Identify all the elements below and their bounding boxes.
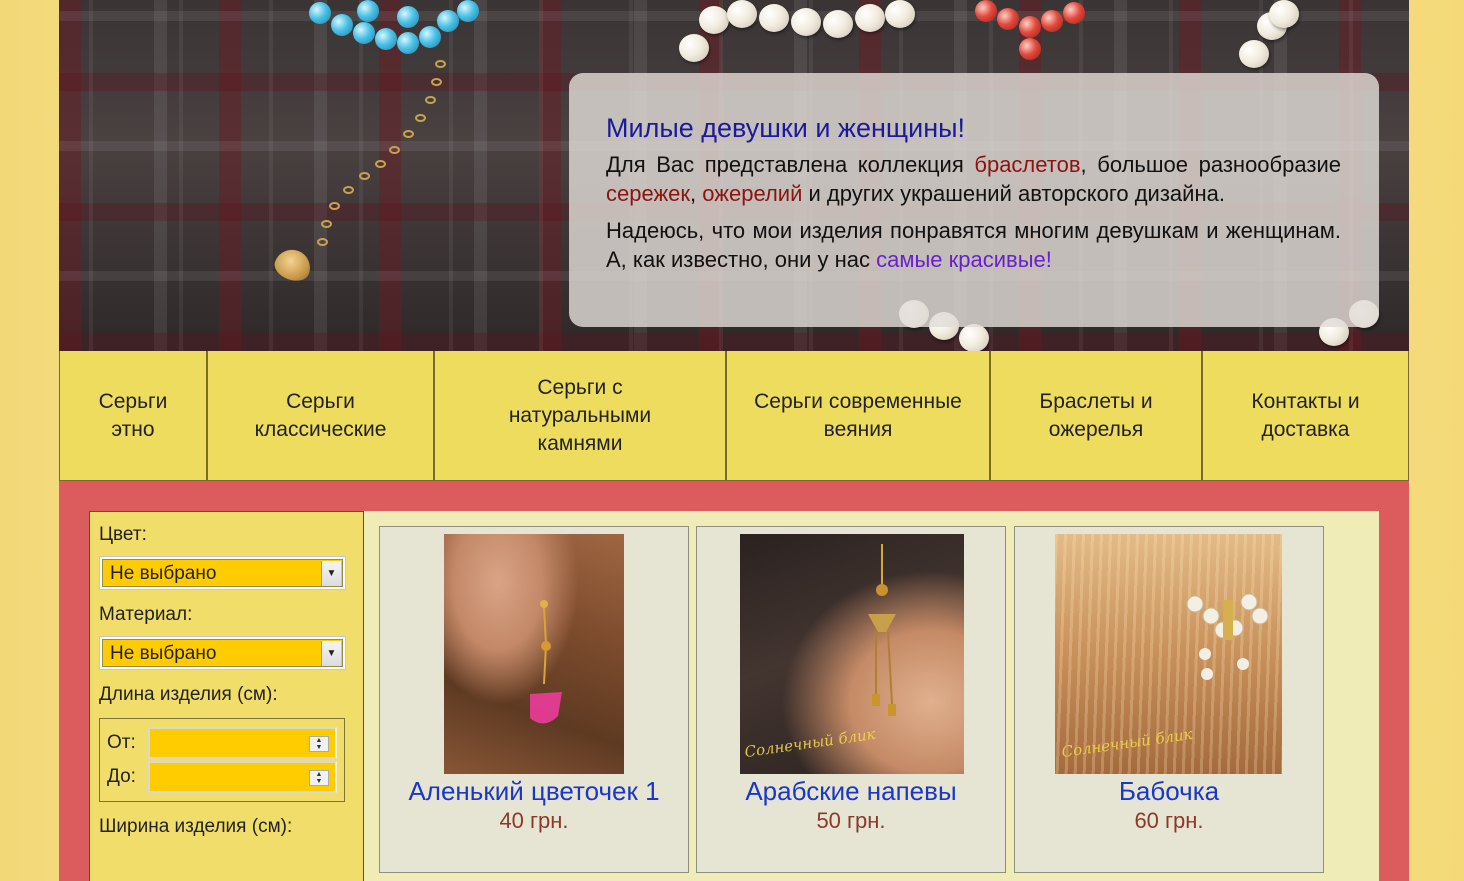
blue-bead [357,0,379,22]
menu-item-modern-earrings[interactable]: Серьги современные веяния [727,351,991,480]
chain-link [375,160,386,168]
pearl-bead [699,6,729,34]
product-card[interactable]: Солнечный блик Арабские напевы 50 грн. [696,526,1006,873]
pearl-bead [855,4,885,32]
necklaces-link[interactable]: ожерелий [702,181,802,206]
red-bead [1019,38,1041,60]
chain-link [403,130,414,138]
pearl-bead [1269,0,1299,28]
chain-link [343,186,354,194]
product-name[interactable]: Бабочка [1015,775,1323,807]
chain-link [389,146,400,154]
main-menu: Серьги этно Серьги классические Серьги с… [59,351,1409,481]
menu-item-contacts-delivery[interactable]: Контакты и доставка [1203,351,1408,480]
color-select[interactable]: Не выбрано ▼ [99,556,346,590]
red-bead [975,0,997,22]
page: Милые девушки и женщины! Для Вас предста… [59,0,1409,881]
menu-item-classic-earrings[interactable]: Серьги классические [208,351,435,480]
red-bead [1019,16,1041,38]
blue-bead [331,14,353,36]
chain-link [425,96,436,104]
pearl-bead [823,10,853,38]
chain-link [415,114,426,122]
chevron-down-icon[interactable]: ▼ [321,561,341,586]
blue-bead [397,6,419,28]
product-card[interactable]: Солнечный блик Бабочка 60 грн. [1014,526,1324,873]
pearl-bead [885,0,915,28]
highlight-text: самые красивые! [876,247,1052,272]
product-price: 50 грн. [816,808,886,833]
product-card[interactable]: Аленький цветочек 1 40 грн. [379,526,689,873]
heart-pendant [270,244,316,286]
to-label: До: [107,766,136,787]
chain-link [435,60,446,68]
chevron-down-icon[interactable]: ▼ [321,641,341,666]
blue-bead [353,22,375,44]
menu-item-ethno-earrings[interactable]: Серьги этно [60,351,208,480]
red-bead [997,8,1019,30]
chain-link [317,238,328,246]
material-select[interactable]: Не выбрано ▼ [99,636,346,670]
filter-panel: Цвет: Не выбрано ▼ Материал: Не выбрано … [89,511,364,881]
menu-item-natural-stone-earrings[interactable]: Серьги с натуральными камнями [435,351,727,480]
header-banner: Милые девушки и женщины! Для Вас предста… [59,0,1409,351]
from-label: От: [107,732,136,753]
pearl-bead [959,324,989,351]
intro-paragraph-2: Надеюсь, что мои изделия понравятся мног… [606,218,1341,272]
intro-panel: Милые девушки и женщины! Для Вас предста… [569,73,1379,327]
blue-bead [309,2,331,24]
blue-bead [457,0,479,22]
red-bead [1041,10,1063,32]
color-label: Цвет: [99,524,147,545]
pearl-bead [1239,40,1269,68]
product-image[interactable]: Солнечный блик [1055,534,1282,774]
content-area: Цвет: Не выбрано ▼ Материал: Не выбрано … [59,481,1409,881]
product-name[interactable]: Аленький цветочек 1 [380,775,688,807]
product-name[interactable]: Арабские напевы [697,775,1005,807]
red-bead [1063,2,1085,24]
pearl-bead [759,4,789,32]
length-range: От: ▲ ▼ До: ▲ ▼ [99,718,345,802]
chain-link [359,172,370,180]
product-price: 60 грн. [1134,808,1204,833]
earrings-link[interactable]: сережек [606,181,690,206]
intro-title: Милые девушки и женщины! [606,113,966,143]
product-price: 40 грн. [499,808,569,833]
length-from-input[interactable]: ▲ ▼ [148,727,337,759]
product-image[interactable]: Солнечный блик [740,534,964,774]
pearl-bead [679,34,709,62]
blue-bead [437,10,459,32]
product-grid: Аленький цветочек 1 40 грн. Солнечный бл… [364,511,1379,881]
width-label: Ширина изделия (см): [99,816,293,837]
pearl-bead [727,0,757,28]
material-label: Материал: [99,604,193,625]
blue-bead [375,28,397,50]
intro-paragraph-1: Для Вас представлена коллекция браслетов… [606,152,1341,206]
pearl-bead [791,8,821,36]
blue-bead [397,32,419,54]
menu-item-bracelets-necklaces[interactable]: Браслеты и ожерелья [991,351,1203,480]
length-label: Длина изделия (см): [99,684,278,705]
earring-pink-icon [530,600,562,724]
chain-link [431,78,442,86]
length-to-input[interactable]: ▲ ▼ [148,761,337,793]
bracelets-link[interactable]: браслетов [974,152,1080,177]
chain-link [329,202,340,210]
spinner-icon[interactable]: ▲ ▼ [309,770,329,786]
product-image[interactable] [444,534,624,774]
spinner-icon[interactable]: ▲ ▼ [309,736,329,752]
chain-link [321,220,332,228]
blue-bead [419,26,441,48]
